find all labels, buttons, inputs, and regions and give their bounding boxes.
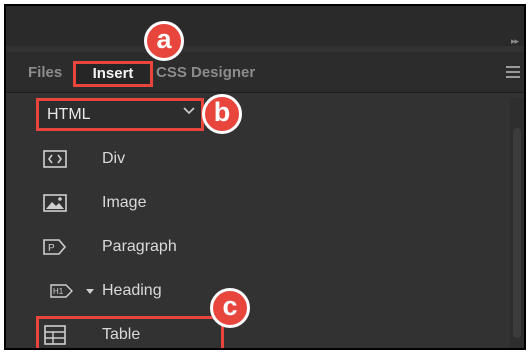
insert-item-label: Table: [102, 326, 141, 343]
insert-category-value: HTML: [47, 106, 91, 123]
div-tag-icon: [43, 150, 67, 168]
insert-item-heading[interactable]: H1 Heading: [36, 272, 224, 310]
insert-item-image[interactable]: Image: [36, 184, 224, 222]
scrollbar[interactable]: [510, 98, 524, 348]
callout-badge-b: b: [202, 94, 242, 134]
svg-text:H1: H1: [53, 287, 64, 296]
insert-item-div[interactable]: Div: [36, 140, 224, 178]
image-icon: [43, 194, 67, 212]
collapse-panel-icon[interactable]: ▸▸: [511, 36, 519, 47]
svg-text:P: P: [48, 243, 55, 254]
insert-item-paragraph[interactable]: P Paragraph: [36, 228, 224, 266]
scrollbar-thumb[interactable]: [513, 128, 521, 338]
tab-insert[interactable]: Insert: [73, 61, 153, 87]
insert-item-label: Paragraph: [102, 238, 177, 255]
insert-item-label: Image: [102, 194, 147, 211]
insert-item-label: Div: [102, 150, 126, 167]
tab-css-designer[interactable]: CSS Designer: [156, 60, 255, 86]
panel-tab-bar: Files Insert CSS Designer: [6, 52, 524, 93]
table-icon: [44, 325, 66, 345]
insert-category-dropdown[interactable]: HTML: [36, 98, 204, 131]
dreamweaver-panel: ▸▸ Files Insert CSS Designer HTML Div Im…: [4, 4, 526, 350]
heading-icon: H1: [50, 284, 73, 298]
panel-top-bar: ▸▸: [6, 6, 524, 46]
tab-files[interactable]: Files: [28, 60, 62, 86]
panel-menu-icon[interactable]: [506, 66, 520, 81]
callout-badge-c: c: [210, 288, 250, 328]
insert-item-label: Heading: [102, 282, 162, 299]
paragraph-icon: P: [43, 239, 67, 255]
caret-down-icon[interactable]: [86, 289, 94, 295]
chevron-down-icon: [183, 107, 195, 115]
callout-badge-a: a: [144, 21, 184, 61]
insert-item-table[interactable]: Table: [36, 316, 224, 348]
